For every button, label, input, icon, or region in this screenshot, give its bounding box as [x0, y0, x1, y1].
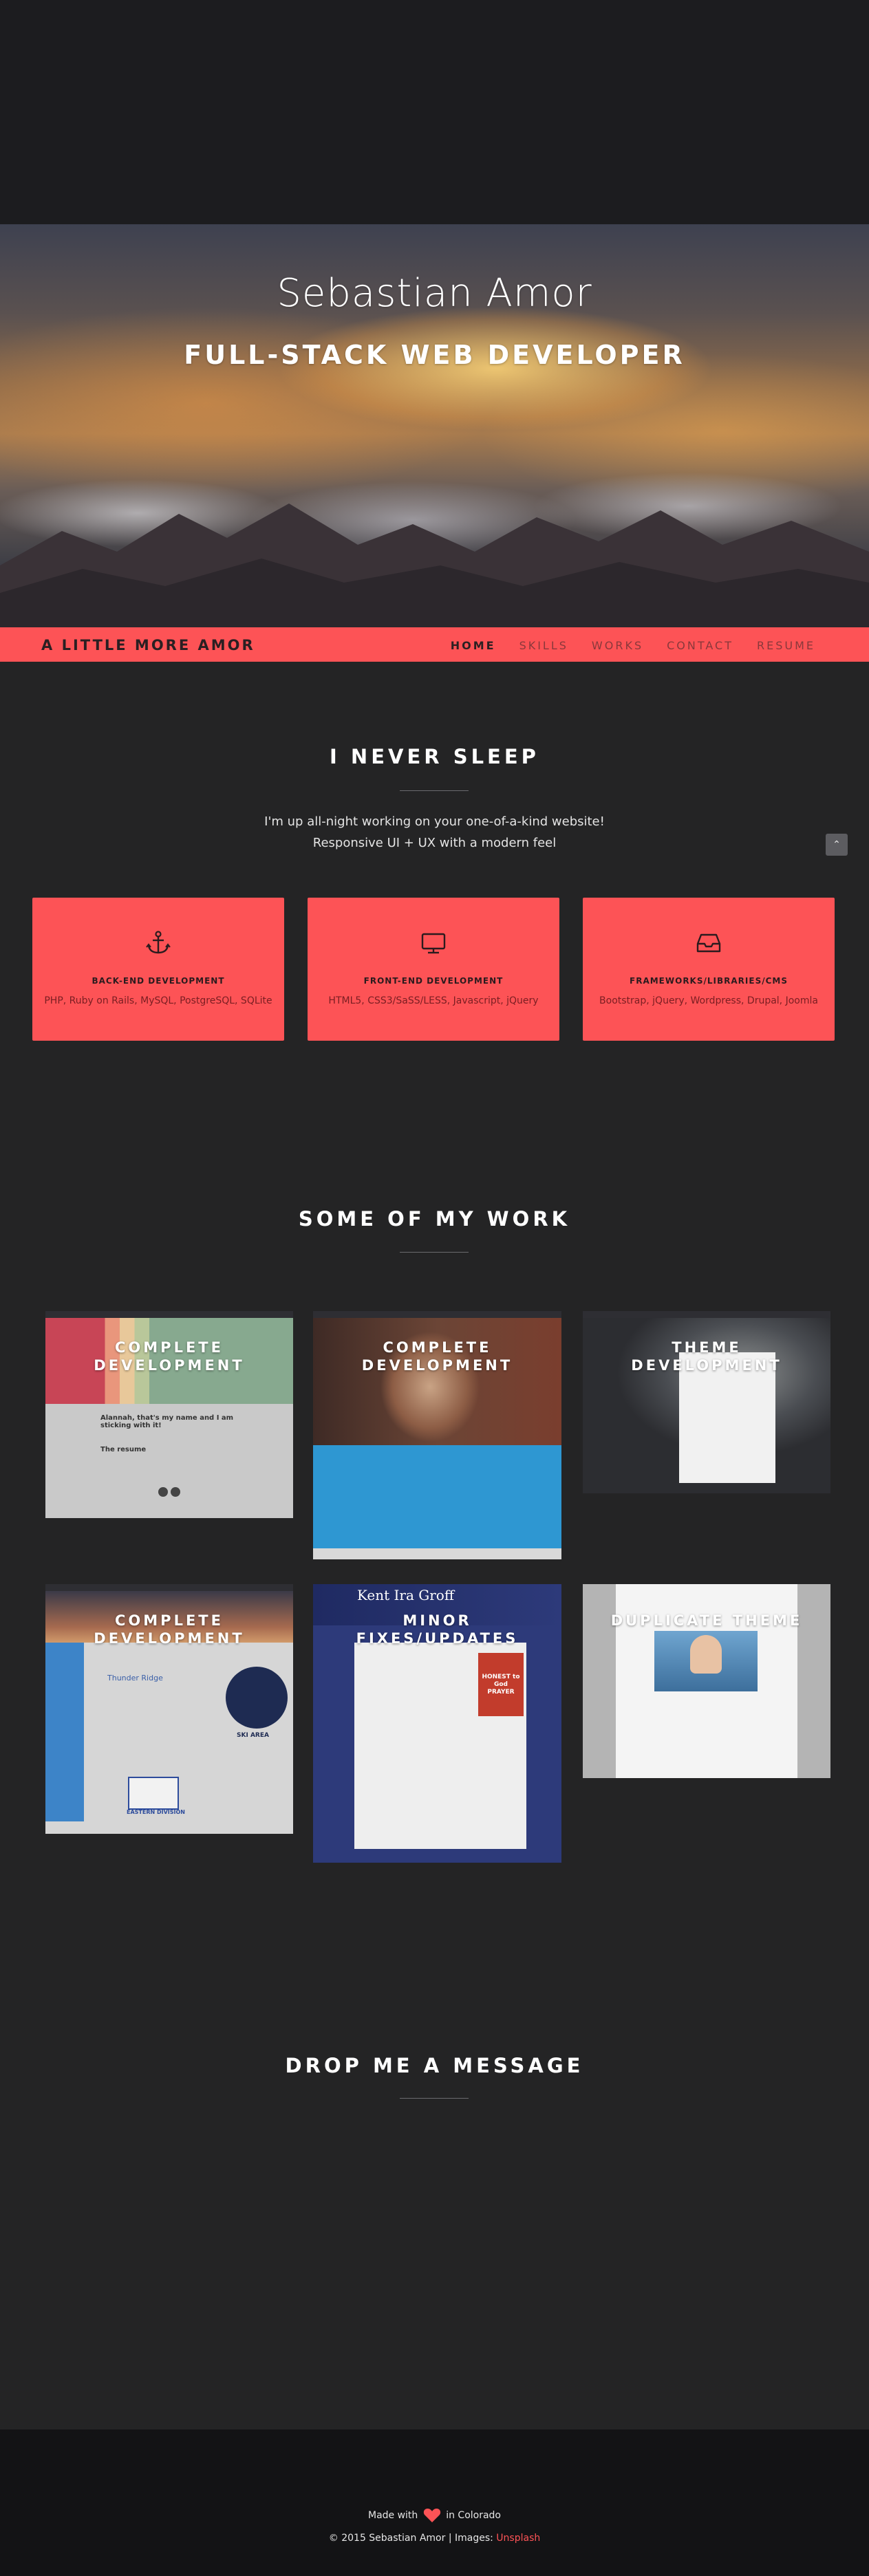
work-caption-line-1: COMPLETE	[115, 1612, 224, 1629]
work-caption: COMPLETE DEVELOPMENT	[45, 1339, 293, 1374]
anchor-icon	[146, 931, 171, 954]
thumb-topbar	[583, 1311, 830, 1318]
works-heading-rule	[400, 1252, 469, 1253]
work-caption-line-2: DEVELOPMENT	[94, 1357, 245, 1374]
contact-heading: DROP ME A MESSAGE	[285, 2054, 584, 2077]
thumb-logo	[226, 1667, 288, 1729]
work-caption-line-1: DUPLICATE THEME	[610, 1612, 803, 1629]
work-item-5[interactable]: Kent Ira Groff HONEST to God PRAYER MINO…	[313, 1584, 561, 1863]
thumb-text: HONEST to God PRAYER	[482, 1674, 520, 1696]
thumb-text: Kent Ira Groff	[357, 1587, 455, 1603]
skill-card-frontend: FRONT-END DEVELOPMENT HTML5, CSS3/SaSS/L…	[308, 898, 559, 1041]
skill-card-text: PHP, Ruby on Rails, MySQL, PostgreSQL, S…	[44, 995, 272, 1006]
contact-heading-rule	[400, 2098, 469, 2099]
work-caption-line-2: DEVELOPMENT	[361, 1357, 513, 1374]
work-item-6[interactable]: DUPLICATE THEME	[583, 1584, 830, 1778]
skill-card-frameworks: FRAMEWORKS/LIBRARIES/CMS Bootstrap, jQue…	[583, 898, 835, 1041]
nav-link-resume[interactable]: RESUME	[757, 639, 815, 652]
thumb-text: SKI AREA	[237, 1732, 269, 1739]
monitor-icon	[421, 933, 446, 954]
thumb-dot	[158, 1487, 168, 1497]
footer: Made with in Colorado © 2015 Sebastian A…	[0, 2429, 869, 2576]
skill-card-title: FRONT-END DEVELOPMENT	[363, 976, 504, 986]
work-item-4[interactable]: Thunder Ridge SKI AREA EASTERN DIVISION …	[45, 1584, 293, 1834]
thumb-topbar	[45, 1311, 293, 1318]
thumb-photo	[313, 1318, 561, 1445]
hero-name: Sebastian Amor	[277, 271, 592, 316]
made-with-suffix: in Colorado	[446, 2510, 501, 2521]
works-heading: SOME OF MY WORK	[298, 1207, 571, 1231]
nav-link-works[interactable]: WORKS	[592, 639, 643, 652]
hero-section: Sebastian Amor FULL-STACK WEB DEVELOPER	[0, 224, 869, 627]
hero-title: FULL-STACK WEB DEVELOPER	[184, 340, 685, 370]
skills-heading-rule	[400, 790, 469, 791]
work-caption-line-1: COMPLETE	[383, 1339, 492, 1356]
work-caption: COMPLETE DEVELOPMENT	[45, 1612, 293, 1647]
thumb-blue-panel	[313, 1445, 561, 1548]
work-item-1[interactable]: Alannah, that's my name and I am stickin…	[45, 1311, 293, 1518]
skill-card-title: FRAMEWORKS/LIBRARIES/CMS	[630, 976, 788, 986]
heart-icon	[423, 2508, 440, 2522]
thumb-badge	[128, 1777, 179, 1810]
work-caption: DUPLICATE THEME	[583, 1612, 830, 1630]
nav-link-contact[interactable]: CONTACT	[667, 639, 733, 652]
skill-card-backend: BACK-END DEVELOPMENT PHP, Ruby on Rails,…	[32, 898, 284, 1041]
work-caption-line-1: THEME	[672, 1339, 742, 1356]
skill-card-text: Bootstrap, jQuery, Wordpress, Drupal, Jo…	[599, 995, 818, 1006]
work-caption: MINOR FIXES/UPDATES	[313, 1612, 561, 1647]
nav-links: HOME SKILLS WORKS CONTACT RESUME	[427, 639, 815, 652]
skills-heading: I NEVER SLEEP	[330, 745, 539, 768]
thumb-text: EASTERN DIVISION	[127, 1809, 185, 1815]
thumb-text: Thunder Ridge	[107, 1674, 163, 1682]
work-caption: COMPLETE DEVELOPMENT	[313, 1339, 561, 1374]
work-item-2[interactable]: COMPLETE DEVELOPMENT	[313, 1311, 561, 1559]
unsplash-link[interactable]: Unsplash	[496, 2533, 540, 2544]
work-caption-line-2: DEVELOPMENT	[631, 1357, 782, 1374]
made-with-prefix: Made with	[367, 2510, 418, 2521]
thumb-sidebar	[45, 1643, 84, 1821]
navbar: A LITTLE MORE AMOR HOME SKILLS WORKS CON…	[0, 627, 869, 662]
chevron-up-icon: ⌃	[833, 839, 841, 850]
thumb-footer	[313, 1548, 561, 1559]
skill-card-title: BACK-END DEVELOPMENT	[92, 976, 225, 986]
copyright-text: © 2015 Sebastian Amor | Images:	[328, 2533, 497, 2544]
inbox-icon	[696, 933, 721, 953]
work-caption-line-1: COMPLETE	[115, 1339, 224, 1356]
top-band	[0, 0, 869, 224]
scroll-top-button[interactable]: ⌃	[826, 834, 848, 856]
work-item-3[interactable]: THEME DEVELOPMENT	[583, 1311, 830, 1493]
skill-card-text: HTML5, CSS3/SaSS/LESS, Javascript, jQuer…	[328, 995, 539, 1006]
thumb-dot	[171, 1487, 180, 1497]
brand-link[interactable]: A LITTLE MORE AMOR	[41, 637, 255, 653]
thumb-person	[690, 1635, 722, 1674]
work-caption-line-2: DEVELOPMENT	[94, 1630, 245, 1647]
thumb-topbar	[313, 1311, 561, 1318]
made-with-line: Made with in Colorado	[0, 2508, 869, 2523]
work-caption-line-2: FIXES/UPDATES	[356, 1630, 519, 1647]
copyright-line: © 2015 Sebastian Amor | Images: Unsplash	[0, 2533, 869, 2544]
work-caption-line-1: MINOR	[403, 1612, 472, 1629]
nav-link-skills[interactable]: SKILLS	[519, 639, 568, 652]
nav-link-home[interactable]: HOME	[451, 639, 496, 652]
hero-mountains	[0, 504, 869, 627]
thumb-topbar	[45, 1584, 293, 1591]
work-caption: THEME DEVELOPMENT	[583, 1339, 830, 1374]
thumb-text: The resume	[100, 1446, 147, 1453]
skills-intro-line-1: I'm up all-night working on your one-of-…	[264, 814, 605, 829]
thumb-text: Alannah, that's my name and I am stickin…	[100, 1414, 234, 1429]
skills-intro-line-2: Responsive UI + UX with a modern feel	[312, 836, 557, 850]
